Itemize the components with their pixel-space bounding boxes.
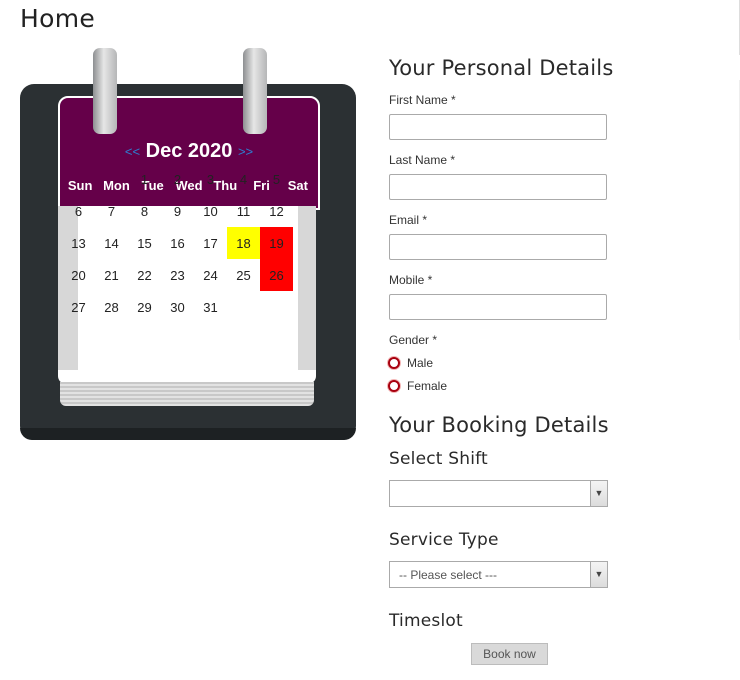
gender-option-female[interactable]: Female: [388, 379, 447, 393]
email-field[interactable]: [389, 234, 607, 260]
calendar-day: [62, 163, 95, 195]
gender-option-label: Female: [407, 379, 448, 393]
chevron-down-icon[interactable]: ▼: [590, 562, 607, 587]
calendar-backing-edge: [20, 428, 356, 440]
calendar-day[interactable]: 23: [161, 259, 194, 291]
calendar-day[interactable]: 12: [260, 195, 293, 227]
mobile-label: Mobile *: [389, 273, 433, 287]
calendar-month-label: Dec 2020: [145, 140, 233, 162]
gender-option-male[interactable]: Male: [388, 356, 433, 370]
calendar-days: 1 2 3 4 5 6 7 8 9 10 11 12 13 14 15 16 1…: [62, 163, 293, 323]
calendar-day-unavailable[interactable]: 19: [260, 227, 293, 259]
next-month-button[interactable]: >>: [238, 144, 253, 159]
calendar-day-unavailable[interactable]: 26: [260, 259, 293, 291]
shift-select[interactable]: ▼: [389, 480, 608, 507]
calendar-week: 6 7 8 9 10 11 12: [62, 195, 293, 227]
binder-ring: [243, 48, 267, 134]
calendar-pages: [60, 382, 314, 406]
calendar-day[interactable]: 15: [128, 227, 161, 259]
mobile-field[interactable]: [389, 294, 607, 320]
calendar-day[interactable]: 6: [62, 195, 95, 227]
calendar-day[interactable]: 31: [194, 291, 227, 323]
calendar-day[interactable]: 29: [128, 291, 161, 323]
calendar-month: << Dec 2020 >>: [60, 140, 318, 163]
binder-ring: [93, 48, 117, 134]
calendar-week: 20 21 22 23 24 25 26: [62, 259, 293, 291]
service-type-select-value: -- Please select ---: [399, 568, 498, 582]
personal-details-heading: Your Personal Details: [389, 56, 614, 80]
calendar-day[interactable]: 14: [95, 227, 128, 259]
service-type-select[interactable]: -- Please select --- ▼: [389, 561, 608, 588]
calendar-day[interactable]: 28: [95, 291, 128, 323]
radio-button-female[interactable]: [388, 380, 400, 392]
last-name-label: Last Name *: [389, 153, 456, 167]
calendar-day: [227, 291, 260, 323]
gender-label: Gender *: [389, 333, 438, 347]
calendar-day[interactable]: 13: [62, 227, 95, 259]
calendar-day[interactable]: 20: [62, 259, 95, 291]
calendar-day: [260, 291, 293, 323]
calendar-day[interactable]: 11: [227, 195, 260, 227]
calendar-day: [95, 163, 128, 195]
gender-option-label: Male: [407, 356, 434, 370]
calendar-day[interactable]: 7: [95, 195, 128, 227]
booking-details-heading: Your Booking Details: [389, 413, 609, 437]
calendar-day[interactable]: 21: [95, 259, 128, 291]
email-label: Email *: [389, 213, 428, 227]
calendar-day[interactable]: 24: [194, 259, 227, 291]
chevron-down-icon[interactable]: ▼: [590, 481, 607, 506]
calendar-day[interactable]: 25: [227, 259, 260, 291]
calendar-week: 27 28 29 30 31: [62, 291, 293, 323]
service-type-label: Service Type: [389, 530, 499, 550]
calendar-day[interactable]: 30: [161, 291, 194, 323]
calendar-day[interactable]: 2: [161, 163, 194, 195]
calendar-day[interactable]: 4: [227, 163, 260, 195]
first-name-field[interactable]: [389, 114, 607, 140]
calendar-day-today[interactable]: 18: [227, 227, 260, 259]
calendar-day[interactable]: 16: [161, 227, 194, 259]
calendar-day[interactable]: 8: [128, 195, 161, 227]
last-name-field[interactable]: [389, 174, 607, 200]
timeslot-label: Timeslot: [389, 611, 463, 631]
calendar-day[interactable]: 22: [128, 259, 161, 291]
radio-button-male[interactable]: [388, 357, 400, 369]
book-now-button[interactable]: Book now: [471, 643, 548, 665]
calendar-day[interactable]: 3: [194, 163, 227, 195]
prev-month-button[interactable]: <<: [125, 144, 140, 159]
calendar-week: 1 2 3 4 5: [62, 163, 293, 195]
calendar-day[interactable]: 1: [128, 163, 161, 195]
page-title: Home: [20, 4, 96, 33]
calendar-day[interactable]: 9: [161, 195, 194, 227]
calendar-day[interactable]: 5: [260, 163, 293, 195]
calendar-week: 13 14 15 16 17 18 19: [62, 227, 293, 259]
calendar-day[interactable]: 10: [194, 195, 227, 227]
select-shift-label: Select Shift: [389, 449, 488, 469]
first-name-label: First Name *: [389, 93, 456, 107]
calendar-day[interactable]: 27: [62, 291, 95, 323]
calendar-day[interactable]: 17: [194, 227, 227, 259]
